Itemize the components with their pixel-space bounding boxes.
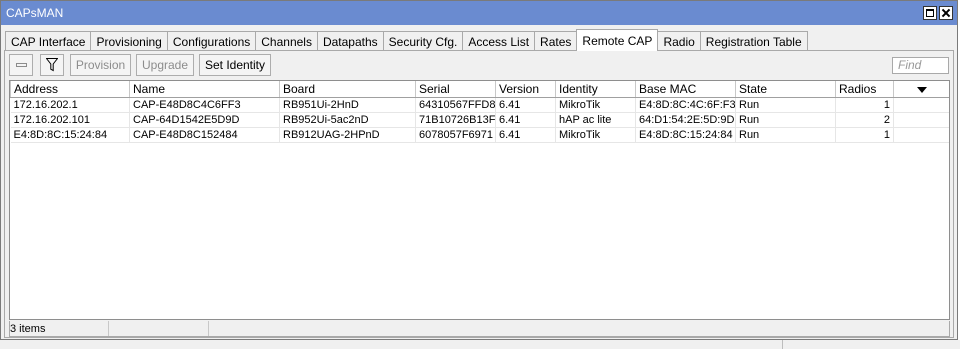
column-menu-button[interactable] [893,81,949,98]
table-row[interactable]: 172.16.202.1 CAP-E48D8C4C6FF3 RB951Ui-2H… [10,97,949,113]
column-header-name[interactable]: Name [129,81,280,98]
toolbar: Provision Upgrade Set Identity Find [7,54,951,76]
column-header-serial[interactable]: Serial [415,81,496,98]
cell-state: Run [735,127,836,143]
cell-identity: MikroTik [555,127,636,143]
cell-serial: 64310567FFD8 [415,97,496,113]
provision-button[interactable]: Provision [70,54,131,76]
restore-icon[interactable] [923,6,937,20]
cell-address: 172.16.202.101 [10,112,130,128]
cell-version: 6.41 [495,112,556,128]
cell-name: CAP-E48D8C4C6FF3 [129,97,280,113]
window-title: CAPsMAN [6,6,64,20]
column-header-address[interactable]: Address [10,81,130,98]
filter-icon [46,58,58,72]
remote-cap-table: Address Name Board Serial Version Identi… [9,80,950,320]
table-row[interactable]: E4:8D:8C:15:24:84 CAP-E48D8C152484 RB912… [10,127,949,143]
tab-remote-cap[interactable]: Remote CAP [576,29,659,51]
cell-radios: 2 [835,112,894,128]
capsman-window: CAPsMAN CAP Interface Provisioning Confi… [0,0,958,340]
items-count: 3 items [10,323,46,335]
tab-access-list[interactable]: Access List [462,31,536,51]
status-divider [108,321,109,336]
tab-configurations[interactable]: Configurations [166,31,257,51]
cell-address: 172.16.202.1 [10,97,130,113]
tab-channels[interactable]: Channels [255,31,318,51]
cell-serial: 6078057F6971 [415,127,496,143]
table-header: Address Name Board Serial Version Identi… [10,81,949,98]
cell-identity: hAP ac lite [555,112,636,128]
find-input[interactable]: Find [892,57,949,74]
cell-filler [893,112,949,128]
background-divider [782,340,783,349]
cell-state: Run [735,97,836,113]
filter-button[interactable] [40,54,64,76]
column-header-state[interactable]: State [735,81,836,98]
cell-version: 6.41 [495,97,556,113]
tab-bar: CAP Interface Provisioning Configuration… [5,29,808,51]
cell-identity: MikroTik [555,97,636,113]
column-header-base-mac[interactable]: Base MAC [635,81,736,98]
remote-cap-panel: Provision Upgrade Set Identity Find Addr… [4,50,954,338]
chevron-down-icon [916,86,927,93]
cell-state: Run [735,112,836,128]
title-bar[interactable]: CAPsMAN [1,1,957,25]
column-header-version[interactable]: Version [495,81,556,98]
tab-provisioning[interactable]: Provisioning [90,31,168,51]
minus-icon [15,63,27,67]
tab-rates[interactable]: Rates [534,31,578,51]
cell-name: CAP-E48D8C152484 [129,127,280,143]
cell-board: RB912UAG-2HPnD [279,127,416,143]
cell-filler [893,97,949,113]
column-header-board[interactable]: Board [279,81,416,98]
status-bar: 3 items [9,321,950,337]
column-header-identity[interactable]: Identity [555,81,636,98]
cell-address: E4:8D:8C:15:24:84 [10,127,130,143]
tab-cap-interface[interactable]: CAP Interface [5,31,92,51]
tab-radio[interactable]: Radio [657,31,701,51]
close-icon[interactable] [939,6,953,20]
cell-serial: 71B10726B13F [415,112,496,128]
cell-base-mac: E4:8D:8C:4C:6F:F3 [635,97,736,113]
cell-filler [893,127,949,143]
tab-security-cfg[interactable]: Security Cfg. [382,31,464,51]
set-identity-button[interactable]: Set Identity [199,54,271,76]
cell-version: 6.41 [495,127,556,143]
cell-board: RB952Ui-5ac2nD [279,112,416,128]
background-window-strip [0,340,960,349]
upgrade-button[interactable]: Upgrade [136,54,194,76]
cell-base-mac: E4:8D:8C:15:24:84 [635,127,736,143]
status-divider [208,321,209,336]
cell-board: RB951Ui-2HnD [279,97,416,113]
tab-datapaths[interactable]: Datapaths [316,31,384,51]
cell-radios: 1 [835,97,894,113]
tab-registration-table[interactable]: Registration Table [699,31,808,51]
cell-base-mac: 64:D1:54:2E:5D:9D [635,112,736,128]
cell-name: CAP-64D1542E5D9D [129,112,280,128]
table-row[interactable]: 172.16.202.101 CAP-64D1542E5D9D RB952Ui-… [10,112,949,128]
remove-button[interactable] [9,54,33,76]
column-header-radios[interactable]: Radios [835,81,894,98]
cell-radios: 1 [835,127,894,143]
